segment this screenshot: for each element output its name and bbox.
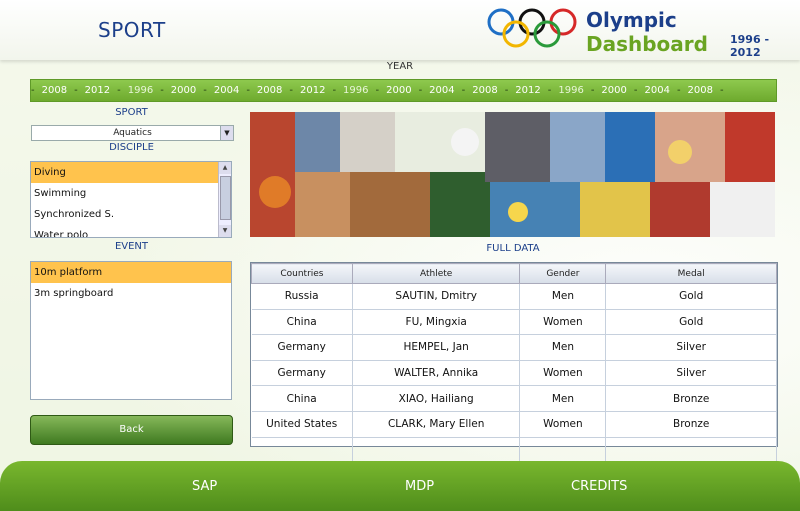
- table-row[interactable]: China FU, Mingxia Women Gold: [251, 309, 777, 336]
- year-option[interactable]: 2000: [164, 85, 203, 96]
- table-row: [251, 437, 777, 464]
- scroll-thumb[interactable]: [220, 176, 231, 220]
- cell-athlete: CLARK, Mary Ellen: [352, 411, 521, 438]
- year-selector[interactable]: -2008-2012-1996-2000-2004-2008-2012-1996…: [30, 79, 777, 102]
- year-option[interactable]: 1996: [336, 85, 375, 96]
- cell-medal: Gold: [605, 309, 777, 336]
- event-item[interactable]: 10m platform: [31, 262, 231, 283]
- scroll-down-icon[interactable]: ▼: [219, 225, 231, 237]
- cell-gender: Men: [519, 385, 607, 412]
- table-row[interactable]: United States CLARK, Mary Ellen Women Br…: [251, 411, 777, 438]
- table-row[interactable]: Germany WALTER, Annika Women Silver: [251, 360, 777, 387]
- year-label: YEAR: [386, 61, 414, 72]
- cell-athlete: [352, 437, 521, 464]
- cell-gender: [519, 437, 607, 464]
- cell-medal: Bronze: [605, 411, 777, 438]
- page-title: SPORT: [98, 18, 166, 42]
- cell-country: [251, 437, 353, 464]
- year-option[interactable]: 2000: [594, 85, 633, 96]
- sport-dropdown-value: Aquatics: [113, 128, 152, 138]
- cell-country: Germany: [251, 334, 353, 361]
- cell-athlete: WALTER, Annika: [352, 360, 521, 387]
- cell-medal: Gold: [605, 283, 777, 310]
- scroll-up-icon[interactable]: ▲: [219, 162, 231, 174]
- year-option[interactable]: 2012: [78, 85, 117, 96]
- cell-medal: Silver: [605, 360, 777, 387]
- year-separator: -: [720, 85, 724, 96]
- cell-gender: Women: [519, 360, 607, 387]
- year-option[interactable]: 2012: [293, 85, 332, 96]
- year-option[interactable]: 1996: [551, 85, 590, 96]
- cell-country: Germany: [251, 360, 353, 387]
- cell-country: China: [251, 309, 353, 336]
- disciple-list[interactable]: Diving Swimming Synchronized S. Water po…: [30, 161, 232, 238]
- year-option[interactable]: 2008: [681, 85, 720, 96]
- year-option[interactable]: 2008: [465, 85, 504, 96]
- table-row[interactable]: Russia SAUTIN, Dmitry Men Gold: [251, 283, 777, 310]
- brand-word-1: Olympic: [586, 8, 677, 32]
- disciple-item[interactable]: Water polo: [31, 225, 231, 237]
- cell-gender: Men: [519, 334, 607, 361]
- cell-athlete: XIAO, Hailiang: [352, 385, 521, 412]
- nav-credits[interactable]: CREDITS: [571, 479, 627, 494]
- cell-country: United States: [251, 411, 353, 438]
- brand-years: 1996 - 2012: [730, 33, 770, 59]
- event-item[interactable]: 3m springboard: [31, 283, 231, 304]
- disciple-label: DISCIPLE: [109, 142, 154, 153]
- column-header[interactable]: Athlete: [351, 263, 521, 284]
- table-row[interactable]: China XIAO, Hailiang Men Bronze: [251, 385, 777, 412]
- nav-sap[interactable]: SAP: [192, 479, 217, 494]
- header: SPORT Olympic Dashboard 1996 - 2012: [0, 0, 800, 60]
- results-table: Countries Athlete Gender Medal Russia SA…: [250, 262, 778, 464]
- event-list[interactable]: 10m platform 3m springboard: [30, 261, 232, 400]
- event-label: EVENT: [114, 241, 149, 252]
- year-option[interactable]: 2008: [35, 85, 74, 96]
- year-option[interactable]: 2004: [207, 85, 246, 96]
- footer-nav: SAP MDP CREDITS: [0, 461, 800, 511]
- sport-label: SPORT: [115, 107, 148, 118]
- year-option[interactable]: 1996: [121, 85, 160, 96]
- year-option[interactable]: 2012: [508, 85, 547, 96]
- disciple-scrollbar[interactable]: ▲ ▼: [218, 162, 231, 237]
- cell-medal: Bronze: [605, 385, 777, 412]
- cell-medal: [605, 437, 777, 464]
- chevron-down-icon[interactable]: ▼: [220, 126, 233, 140]
- cell-gender: Women: [519, 309, 607, 336]
- cell-athlete: SAUTIN, Dmitry: [352, 283, 521, 310]
- cell-gender: Women: [519, 411, 607, 438]
- brand-word-2: Dashboard: [586, 32, 708, 56]
- cell-athlete: FU, Mingxia: [352, 309, 521, 336]
- back-button[interactable]: Back: [30, 415, 233, 445]
- cell-medal: Silver: [605, 334, 777, 361]
- nav-mdp[interactable]: MDP: [405, 479, 434, 494]
- column-header[interactable]: Countries: [251, 263, 353, 284]
- year-option[interactable]: 2004: [637, 85, 676, 96]
- year-option[interactable]: 2000: [379, 85, 418, 96]
- table-header-row: Countries Athlete Gender Medal: [251, 263, 777, 284]
- sport-dropdown[interactable]: Aquatics ▼: [31, 125, 234, 141]
- table-row[interactable]: Germany HEMPEL, Jan Men Silver: [251, 334, 777, 361]
- olympic-rings-logo: [487, 8, 577, 48]
- full-data-label: FULL DATA: [486, 243, 540, 254]
- column-header[interactable]: Medal: [605, 263, 777, 284]
- sports-photo-collage: [250, 112, 775, 237]
- cell-gender: Men: [519, 283, 607, 310]
- cell-country: Russia: [251, 283, 353, 310]
- disciple-item[interactable]: Synchronized S.: [31, 204, 231, 225]
- year-option[interactable]: 2008: [250, 85, 289, 96]
- cell-athlete: HEMPEL, Jan: [352, 334, 521, 361]
- year-option[interactable]: 2004: [422, 85, 461, 96]
- column-header[interactable]: Gender: [519, 263, 607, 284]
- disciple-item[interactable]: Swimming: [31, 183, 231, 204]
- cell-country: China: [251, 385, 353, 412]
- disciple-item[interactable]: Diving: [31, 162, 231, 183]
